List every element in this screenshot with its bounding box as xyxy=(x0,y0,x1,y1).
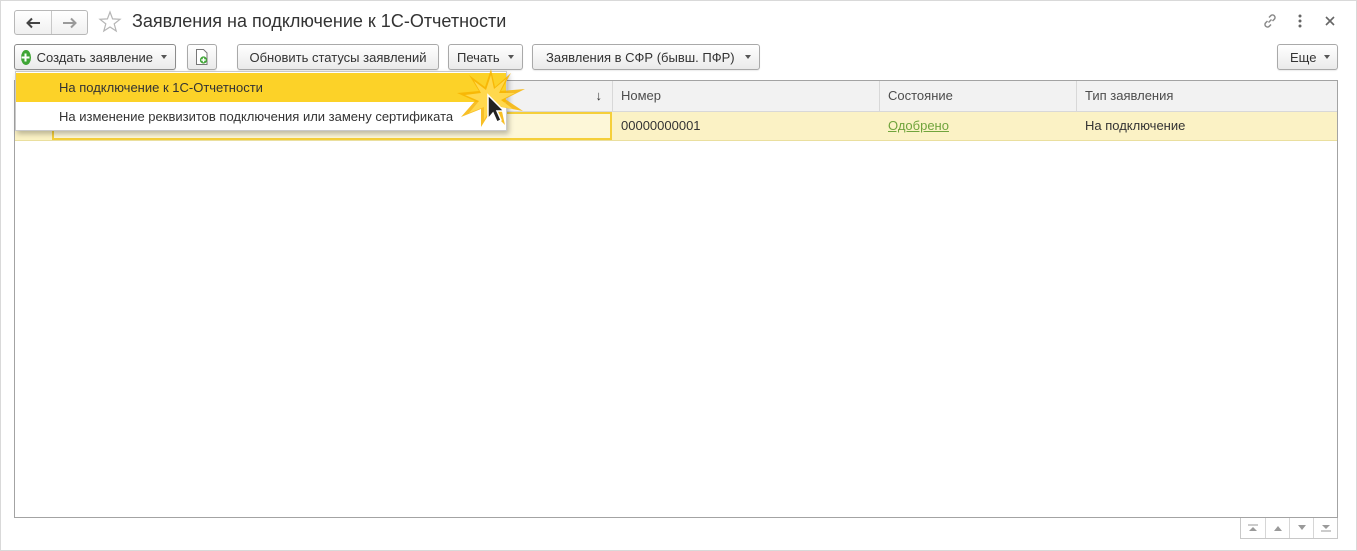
app-window: Заявления на подключение к 1С-Отчетности… xyxy=(0,0,1357,551)
sfr-applications-button[interactable]: Заявления в СФР (бывш. ПФР) xyxy=(532,44,760,70)
applications-table: ↓ Номер Состояние Тип заявления 00000000… xyxy=(14,80,1338,518)
scroll-to-bottom-button[interactable] xyxy=(1313,518,1337,538)
sort-descending-icon: ↓ xyxy=(595,88,603,103)
scroll-up-icon xyxy=(1273,526,1282,531)
chevron-down-icon xyxy=(1324,55,1331,59)
navigation-group xyxy=(14,10,88,35)
menu-item-connect[interactable]: На подключение к 1С-Отчетности xyxy=(16,73,506,102)
more-label: Еще xyxy=(1290,49,1317,65)
create-application-label: Создать заявление xyxy=(36,49,153,65)
scroll-to-top-button[interactable] xyxy=(1241,518,1265,538)
star-icon xyxy=(98,10,122,33)
scroll-up-button[interactable] xyxy=(1265,518,1289,538)
menu-item-change-details[interactable]: На изменение реквизитов подключения или … xyxy=(16,102,506,131)
sfr-applications-label: Заявления в СФР (бывш. ПФР) xyxy=(546,49,735,65)
more-actions-button[interactable] xyxy=(1291,12,1309,30)
document-add-icon xyxy=(196,49,208,65)
link-button[interactable] xyxy=(1261,12,1279,30)
click-highlight-cursor-icon xyxy=(457,69,525,127)
column-header-number[interactable]: Номер xyxy=(612,81,879,111)
add-circle-icon xyxy=(21,49,31,65)
more-vertical-icon xyxy=(1298,14,1302,28)
favorite-button[interactable] xyxy=(98,10,122,37)
chevron-down-icon xyxy=(507,55,514,59)
more-button[interactable]: Еще xyxy=(1277,44,1338,70)
column-header-status[interactable]: Состояние xyxy=(879,81,1076,111)
forward-button[interactable] xyxy=(51,11,87,34)
status-link[interactable]: Одобрено xyxy=(888,118,949,133)
cell-status[interactable]: Одобрено xyxy=(882,112,1076,140)
chevron-down-icon xyxy=(161,55,167,59)
cell-type[interactable]: На подключение xyxy=(1079,112,1338,140)
table-scroll-controls xyxy=(1240,518,1338,539)
create-document-button[interactable] xyxy=(187,44,217,70)
create-application-menu: На подключение к 1С-Отчетности На измене… xyxy=(15,71,507,131)
scroll-down-button[interactable] xyxy=(1289,518,1313,538)
column-header-type[interactable]: Тип заявления xyxy=(1076,81,1338,111)
back-arrow-icon xyxy=(26,17,40,28)
scroll-top-icon xyxy=(1248,524,1258,531)
close-button[interactable] xyxy=(1321,12,1339,30)
refresh-statuses-button[interactable]: Обновить статусы заявлений xyxy=(237,44,439,70)
link-icon xyxy=(1264,14,1276,28)
scroll-bottom-icon xyxy=(1320,525,1331,532)
back-button[interactable] xyxy=(15,11,51,34)
cell-number[interactable]: 00000000001 xyxy=(615,112,879,140)
close-icon xyxy=(1325,16,1335,26)
chevron-down-icon xyxy=(744,55,751,59)
window-title: Заявления на подключение к 1С-Отчетности xyxy=(132,11,507,31)
forward-arrow-icon xyxy=(62,17,77,28)
scroll-down-icon xyxy=(1297,525,1306,530)
create-application-button[interactable]: Создать заявление xyxy=(14,44,176,70)
refresh-statuses-label: Обновить статусы заявлений xyxy=(249,49,427,65)
